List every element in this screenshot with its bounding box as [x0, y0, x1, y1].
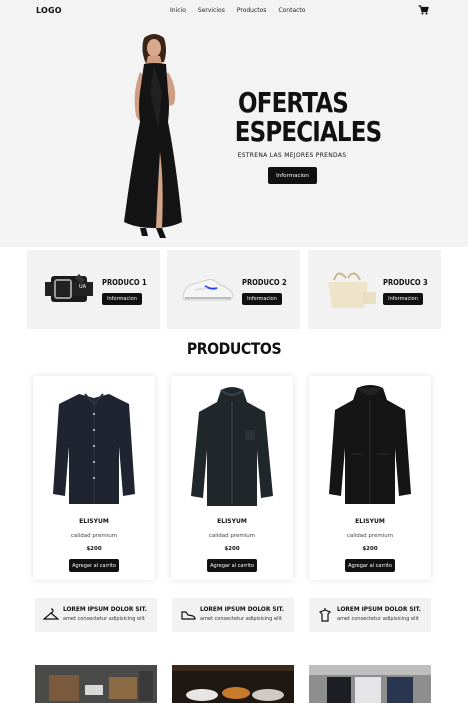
feature-title-1: PRODUCO 1: [102, 278, 147, 287]
nav-link-productos[interactable]: Productos: [237, 7, 267, 14]
add-to-cart-button-2[interactable]: Agregar al carrito: [207, 559, 257, 572]
sneaker-image: [182, 279, 234, 301]
nav-menu: Inicio Servicios Productos Contacto: [170, 7, 305, 14]
hanger-icon: [43, 608, 59, 620]
info-card-3: LOREM IPSUM DOLOR SIT. amet consectetur …: [309, 598, 431, 632]
hero-info-button[interactable]: Informacion: [268, 167, 317, 184]
add-to-cart-button-3[interactable]: Agregar al carrito: [345, 559, 395, 572]
svg-text:UA: UA: [79, 284, 87, 290]
product-desc-1: calidad premium: [70, 533, 118, 539]
info-text-3: amet consectetur adipisicing elit: [337, 616, 419, 622]
clothes-rack-image: [309, 665, 431, 703]
product-price-1: $200: [86, 546, 102, 552]
accessories-image: [35, 665, 157, 703]
shirt-rack-icon: [318, 608, 332, 622]
shoe-icon: [181, 611, 196, 620]
tote-bag-image: [328, 272, 376, 308]
product-name-3: ELISYUM: [355, 518, 385, 525]
product-name-2: ELISYUM: [217, 518, 247, 525]
coat-image: [329, 385, 411, 504]
info-text-1: amet consectetur adipisicing elit: [63, 616, 145, 622]
product-card-1: ELISYUM calidad premium $200 Agregar al …: [33, 376, 155, 580]
nav-link-inicio[interactable]: Inicio: [170, 7, 186, 14]
info-text-2: amet consectetur adipisicing elit: [200, 616, 282, 622]
jacket-image: [191, 387, 273, 506]
feature-title-2: PRODUCO 2: [242, 278, 287, 287]
shoes-store-image: [172, 665, 294, 703]
hero-subtitle: ESTRENA LAS MEJORES PRENDAS: [237, 152, 347, 159]
feature-title-3: PRODUCO 3: [383, 278, 428, 287]
nav-link-contacto[interactable]: Contacto: [278, 7, 305, 14]
hero-model-image: [124, 34, 182, 238]
top-nav: LOGO Inicio Servicios Productos Contacto: [0, 0, 468, 22]
product-card-2: ELISYUM calidad premium $200 Agregar al …: [171, 376, 293, 580]
info-card-2: LOREM IPSUM DOLOR SIT. amet consectetur …: [172, 598, 294, 632]
hero-title: OFERTAS ESPECIALES: [234, 86, 382, 148]
add-to-cart-button-1[interactable]: Agregar al carrito: [69, 559, 119, 572]
info-title-3: LOREM IPSUM DOLOR SIT.: [337, 607, 421, 613]
product-card-3: ELISYUM calidad premium $200 Agregar al …: [309, 376, 431, 580]
product-desc-3: calidad premium: [346, 533, 394, 539]
feature-info-button-3[interactable]: Informacion: [383, 293, 423, 305]
info-title-2: LOREM IPSUM DOLOR SIT.: [200, 607, 284, 613]
logo[interactable]: LOGO: [36, 6, 62, 15]
product-name-1: ELISYUM: [79, 518, 109, 525]
shirt-image: [53, 393, 135, 504]
info-title-1: LOREM IPSUM DOLOR SIT.: [63, 607, 147, 613]
products-section-title: PRODUCTOS: [186, 339, 282, 358]
cart-icon[interactable]: [418, 5, 429, 15]
nav-link-servicios[interactable]: Servicios: [198, 7, 225, 14]
hero-title-line2: ESPECIALES: [234, 115, 382, 148]
feature-info-button-1[interactable]: Informacion: [102, 293, 142, 305]
product-desc-2: calidad premium: [208, 533, 256, 539]
hero-title-line1: OFERTAS: [238, 86, 349, 119]
info-card-1: LOREM IPSUM DOLOR SIT. amet consectetur …: [35, 598, 157, 632]
belt-image: UA: [45, 274, 93, 302]
hero-banner: OFERTAS ESPECIALES ESTRENA LAS MEJORES P…: [0, 22, 468, 247]
feature-card-2: PRODUCO 2 Informacion: [167, 250, 300, 329]
product-price-2: $200: [224, 546, 240, 552]
feature-info-button-2[interactable]: Informacion: [242, 293, 282, 305]
feature-card-3: PRODUCO 3 Informacion: [308, 250, 441, 329]
product-price-3: $200: [362, 546, 378, 552]
feature-card-1: UA PRODUCO 1 Informacion: [27, 250, 160, 329]
